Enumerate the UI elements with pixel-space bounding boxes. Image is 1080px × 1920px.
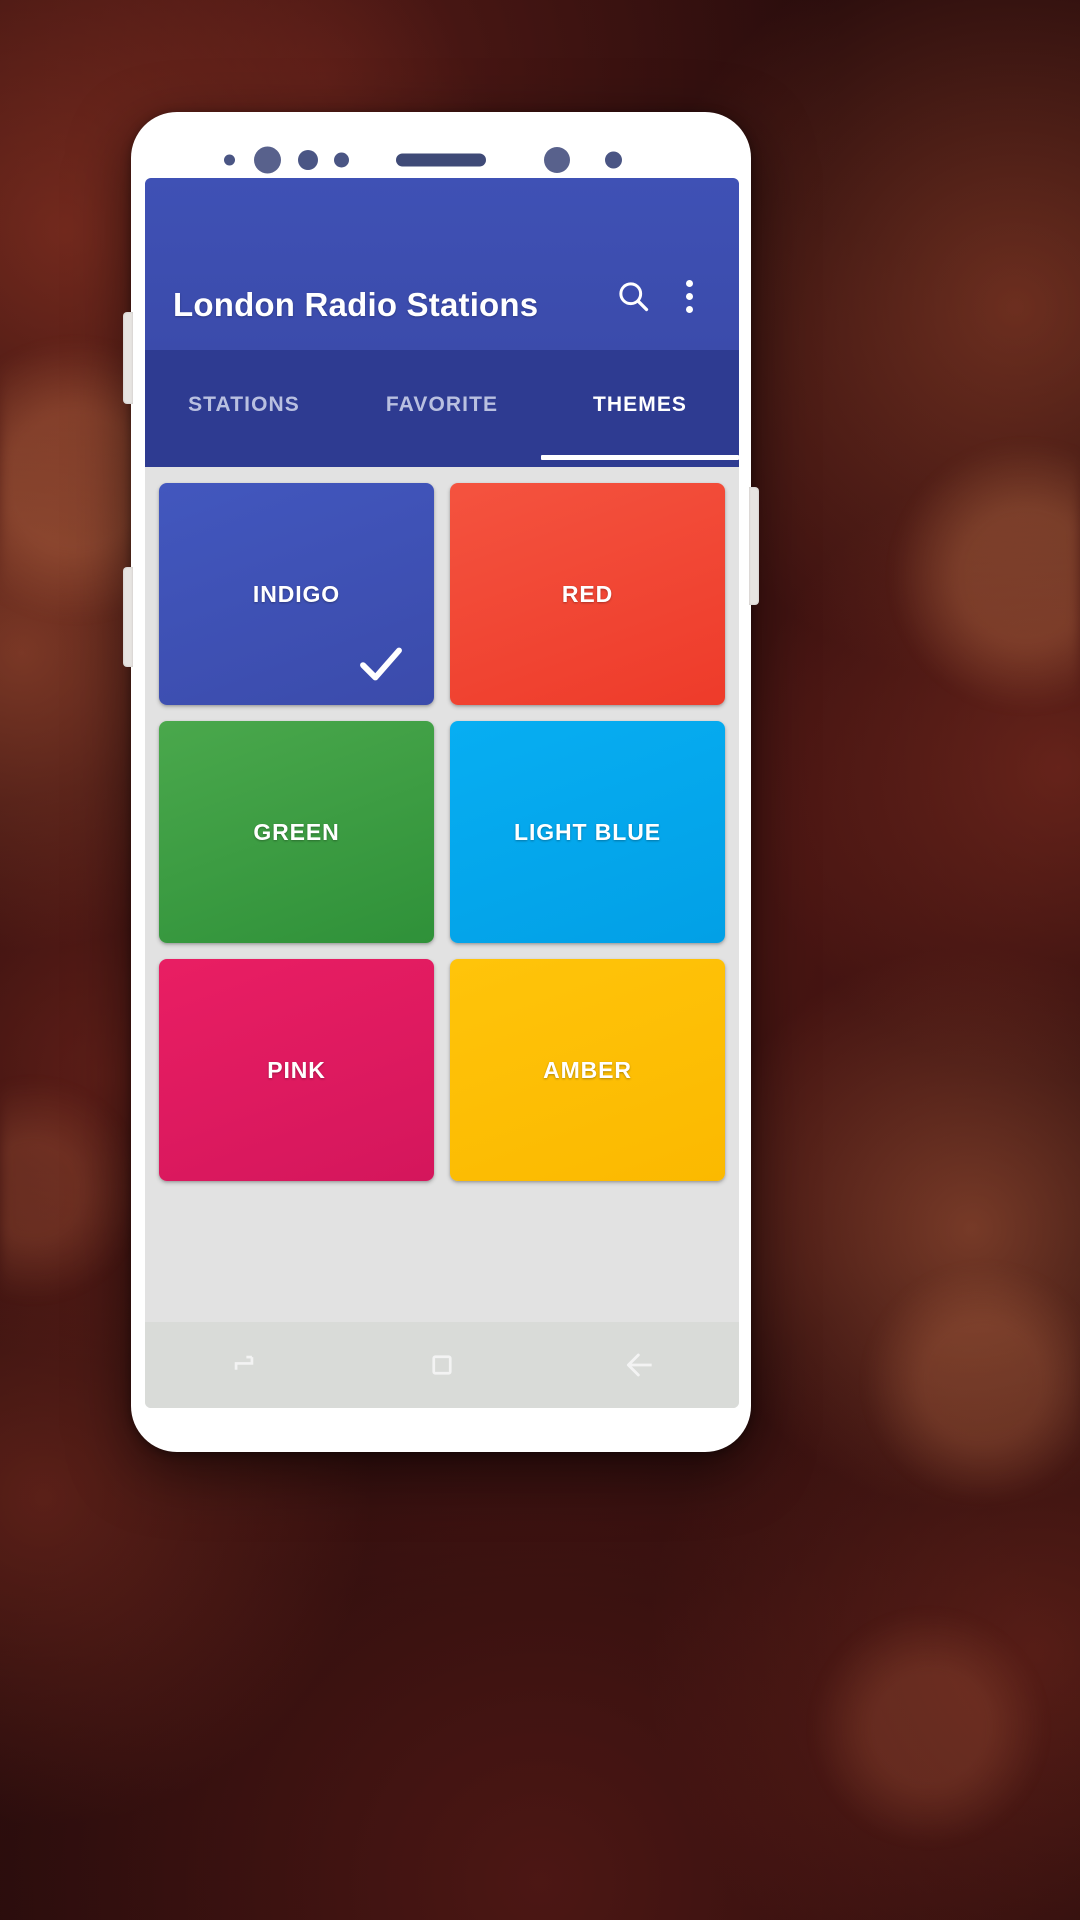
- themes-grid: INDIGO RED GREEN LIGHT BLUE PINK AMBER: [145, 467, 739, 1322]
- theme-label: GREEN: [253, 818, 340, 845]
- back-button[interactable]: [595, 1335, 685, 1395]
- theme-label: RED: [561, 580, 614, 607]
- front-camera: [254, 146, 281, 174]
- theme-label: PINK: [267, 1056, 326, 1083]
- tab-stations[interactable]: STATIONS: [145, 350, 343, 467]
- volume-up-button[interactable]: [123, 312, 133, 404]
- power-button[interactable]: [749, 487, 759, 605]
- sensor-dot: [334, 152, 349, 168]
- app-bar: London Radio Stations: [145, 178, 739, 350]
- theme-tile-green[interactable]: GREEN: [159, 721, 434, 943]
- home-square-icon: [432, 1355, 452, 1375]
- sensor-dot: [544, 147, 570, 173]
- tab-themes[interactable]: THEMES: [541, 350, 739, 467]
- home-button[interactable]: [397, 1335, 487, 1395]
- tab-bar: STATIONS FAVORITE THEMES: [145, 350, 739, 467]
- theme-label: LIGHT BLUE: [514, 818, 661, 845]
- recents-icon: [234, 1355, 254, 1370]
- sensor-dot: [605, 151, 622, 169]
- earpiece-speaker: [396, 153, 486, 167]
- theme-label: INDIGO: [252, 580, 341, 607]
- check-icon: [360, 647, 402, 681]
- theme-tile-indigo[interactable]: INDIGO: [159, 483, 434, 705]
- search-icon: [619, 282, 649, 312]
- system-navigation-bar: [145, 1322, 739, 1408]
- theme-tile-amber[interactable]: AMBER: [450, 959, 725, 1181]
- overflow-menu-button[interactable]: [661, 268, 717, 324]
- volume-down-button[interactable]: [123, 567, 133, 667]
- sensor-dot: [224, 154, 235, 166]
- back-arrow-icon: [626, 1353, 652, 1377]
- theme-tile-red[interactable]: RED: [450, 483, 725, 705]
- phone-device: London Radio Stations STATIONS FAVORITE …: [123, 112, 759, 1452]
- overflow-menu-icon: [685, 279, 693, 313]
- search-button[interactable]: [605, 268, 661, 324]
- phone-screen: London Radio Stations STATIONS FAVORITE …: [145, 178, 739, 1408]
- app-title: London Radio Stations: [173, 286, 539, 323]
- active-tab-indicator: [540, 455, 739, 460]
- tab-favorite[interactable]: FAVORITE: [343, 350, 541, 467]
- theme-tile-pink[interactable]: PINK: [159, 959, 434, 1181]
- theme-label: AMBER: [543, 1056, 632, 1083]
- recents-button[interactable]: [199, 1335, 289, 1395]
- theme-tile-light-blue[interactable]: LIGHT BLUE: [450, 721, 725, 943]
- sensor-dot: [298, 150, 318, 170]
